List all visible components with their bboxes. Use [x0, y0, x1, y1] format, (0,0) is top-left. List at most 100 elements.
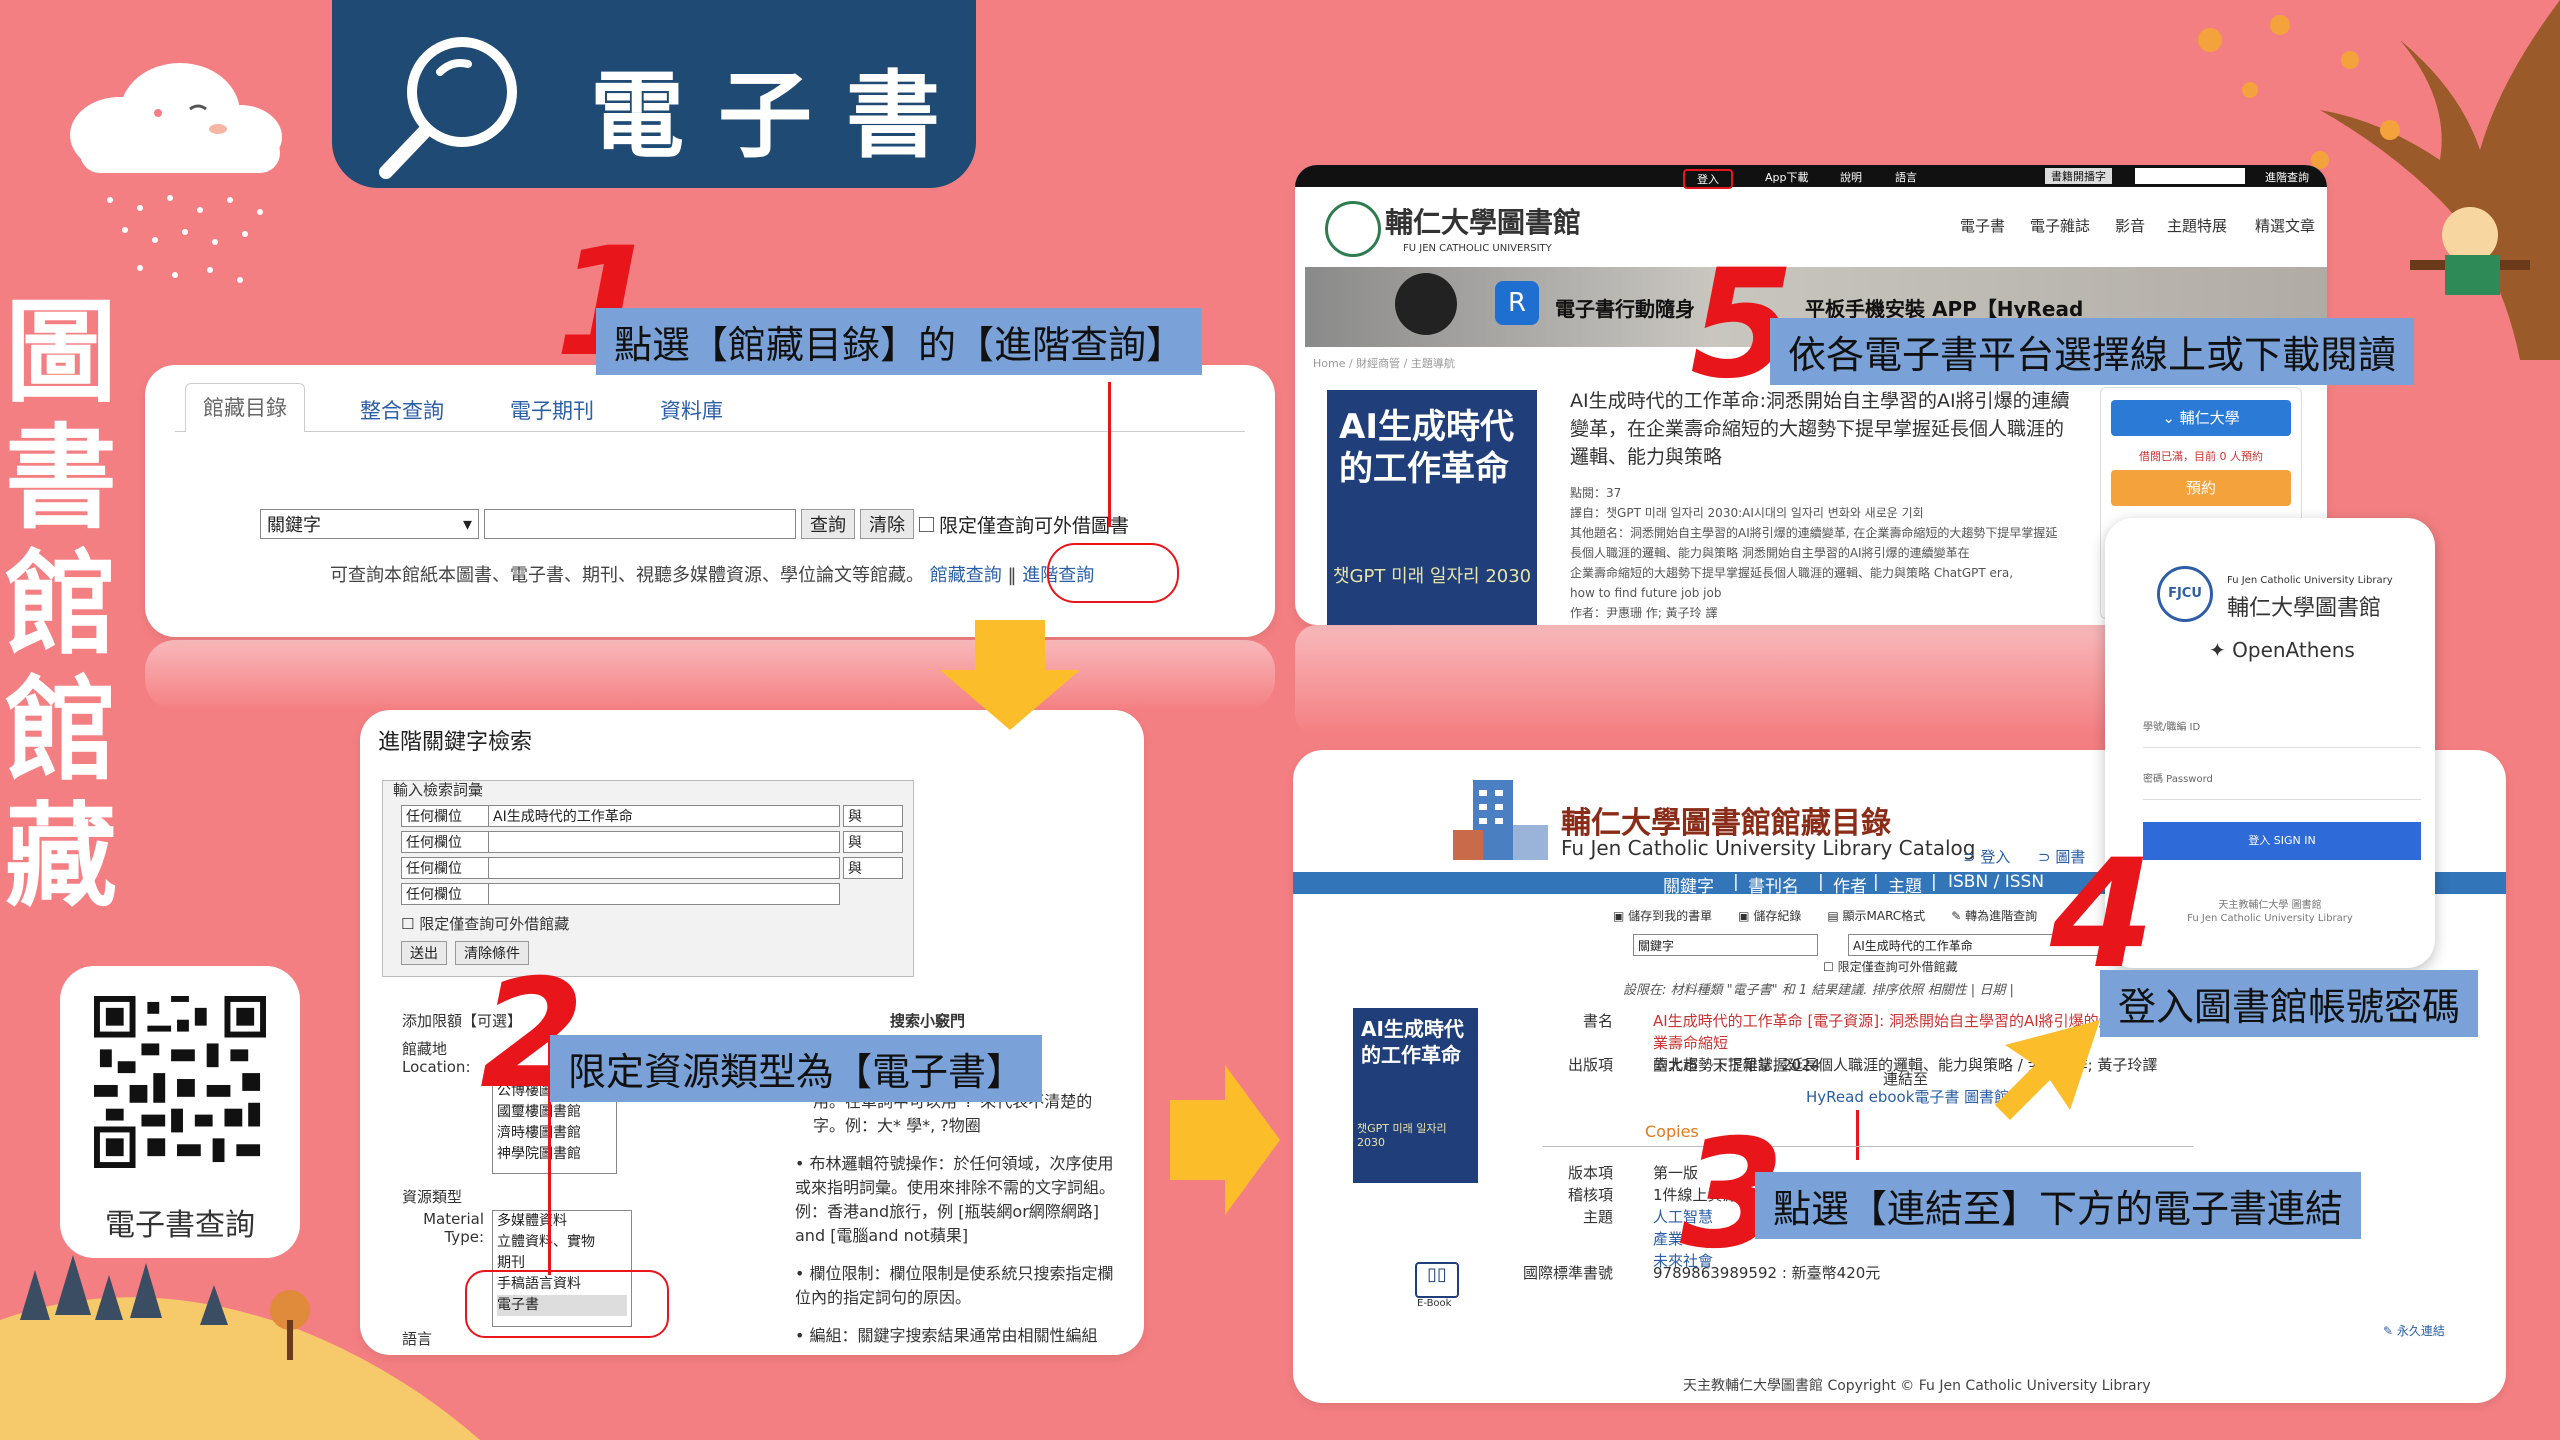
login-panel: FJCU Fu Jen Catholic University Library …	[2105, 518, 2435, 968]
field-select-1[interactable]: 任何欄位	[401, 805, 491, 827]
edition-label: 版本項	[1567, 1164, 1613, 1182]
location-item[interactable]: 濟時樓圖書館	[497, 1123, 612, 1144]
field-select-3[interactable]: 任何欄位	[401, 857, 491, 879]
menu-emagazine[interactable]: 電子雜誌	[2030, 215, 2090, 236]
platform-logo-title: 輔仁大學圖書館	[1385, 206, 1582, 239]
loanable-checkbox[interactable]	[919, 516, 934, 532]
catalog-login-link[interactable]: ⊃ 登入	[1963, 846, 2010, 867]
borrow-status: 借閱已滿，目前 0 人預約	[2139, 450, 2263, 463]
clear-button[interactable]: 清除	[860, 509, 914, 539]
meta-line: 其他題名：洞悉開始自主學習的AI將引爆的連續變革, 在企業壽命縮短的大趨勢下提早…	[1570, 526, 2058, 560]
nav-author[interactable]: 作者	[1833, 872, 1867, 897]
library-select-button[interactable]: ⌄ 輔仁大學	[2111, 400, 2291, 436]
catalog-search-panel: 館藏目錄 整合查詢 電子期刊 資料庫 關鍵字 ▾ 查詢 清除 限定僅查詢可外借圖…	[145, 365, 1275, 637]
nav-sep: |	[1818, 872, 1824, 892]
submit-button[interactable]: 送出	[401, 941, 447, 965]
to-advanced-button[interactable]: ✎ 轉為進階查詢	[1951, 907, 2037, 924]
login-link[interactable]: 登入	[1683, 169, 1733, 189]
location-item[interactable]: 神學院圖書館	[497, 1144, 612, 1165]
query-input-3[interactable]	[488, 857, 840, 879]
platform-topbar: 登入 App下載 說明 語言 書籍開播字 進階查詢	[1295, 165, 2327, 189]
toolbar-label: 轉為進階查詢	[1965, 909, 2038, 923]
magnifier-icon	[379, 37, 517, 179]
nav-title[interactable]: 書刊名	[1748, 872, 1799, 897]
signin-button[interactable]: 登入 SIGN IN	[2143, 822, 2421, 860]
search-field-select[interactable]: 關鍵字 ▾	[260, 509, 479, 539]
tab-integrated[interactable]: 整合查詢	[360, 395, 444, 425]
toolbar-label: 儲存到我的書單	[1628, 909, 1713, 923]
search-input[interactable]	[484, 509, 796, 539]
tip-item: • 布林邏輯符號操作：於任何領域，次序使用或來指明詞彙。使用來排除不需的文字詞組…	[795, 1154, 1116, 1245]
step-text-5: 依各電子書平台選擇線上或下載閱讀	[1770, 318, 2415, 385]
step-text-1: 點選【館藏目錄】的【進階查詢】	[596, 308, 1203, 375]
app-download-link[interactable]: App下載	[1765, 169, 1809, 185]
field-select-2[interactable]: 任何欄位	[401, 831, 491, 853]
menu-ebook[interactable]: 電子書	[1960, 215, 2005, 236]
nav-isbn[interactable]: ISBN / ISSN	[1948, 872, 2044, 892]
pub-value: 臺北市 : 天下雜誌, 2024	[1653, 1056, 1821, 1074]
help-link[interactable]: 說明	[1840, 169, 1862, 185]
arrow-diagonal-icon	[1995, 1020, 2100, 1120]
step-text-3: 點選【連結至】下方的電子書連結	[1755, 1172, 2362, 1239]
show-marc-button[interactable]: ▤ 顯示MARC格式	[1827, 907, 1925, 924]
fieldset-label: 輸入檢索詞彙	[393, 781, 484, 799]
ebook-icon[interactable]: ▯▯	[1415, 1262, 1459, 1298]
book-cover[interactable]: AI生成時代的工作革命 챗GPT 미래 일자리 2030	[1327, 390, 1537, 625]
breadcrumb: Home / 財經商管 / 主題導航	[1313, 357, 1455, 370]
format-label: 稽核項	[1567, 1186, 1613, 1204]
material-item[interactable]: 多媒體資料	[497, 1211, 627, 1232]
platform-search-select[interactable]: 書籍開播字	[2045, 168, 2112, 184]
menu-video[interactable]: 影音	[2115, 215, 2145, 236]
result-summary: 設限在: 材料種類 "電子書" 和 1 結果建議. 排序依照 相關性 | 日期 …	[1623, 983, 2014, 998]
tip-text: 布林邏輯符號操作：於任何領域，次序使用或來指明詞彙。使用來排除不需的文字詞組。例…	[795, 1154, 1116, 1245]
query-input-1[interactable]: AI生成時代的工作革命	[488, 805, 840, 827]
limit-checkbox[interactable]: ☐ 限定僅查詢可外借館藏	[401, 913, 569, 934]
page-title: 電子書	[590, 62, 975, 171]
catalog-footer: 天主教輔仁大學圖書館 Copyright © Fu Jen Catholic U…	[1683, 1378, 2151, 1394]
banner-text: 電子書行動隨身	[1555, 297, 1695, 321]
permalink-label: 永久連結	[2396, 1324, 2445, 1338]
reserve-button[interactable]: 預約	[2111, 470, 2291, 506]
bool-select-2[interactable]: 與	[843, 831, 903, 853]
platform-search-input[interactable]	[2135, 168, 2245, 184]
qr-code-icon[interactable]	[94, 996, 266, 1168]
cloud-decoration	[70, 63, 282, 173]
password-field[interactable]: 密碼 Password	[2143, 770, 2421, 800]
step-text-2: 限定資源類型為【電子書】	[550, 1035, 1043, 1102]
menu-articles[interactable]: 精選文章	[2255, 215, 2315, 236]
record-search-select[interactable]: 關鍵字	[1633, 934, 1818, 956]
tab-catalog[interactable]: 館藏目錄	[185, 383, 305, 432]
university-logo-icon	[1325, 201, 1381, 257]
bool-select-3[interactable]: 與	[843, 857, 903, 879]
search-button[interactable]: 查詢	[801, 509, 855, 539]
record-book-cover[interactable]: AI生成時代的工作革命 챗GPT 미래 일자리 2030	[1353, 1008, 1478, 1183]
tab-ejournal[interactable]: 電子期刊	[510, 395, 594, 425]
query-input-2[interactable]	[488, 831, 840, 853]
permalink[interactable]: ✎ 永久連結	[2383, 1322, 2445, 1339]
menu-topics[interactable]: 主題特展	[2167, 215, 2227, 236]
record-limit-checkbox[interactable]: ☐ 限定僅查詢可外借館藏	[1823, 958, 1958, 975]
loanable-checkbox-label: 限定僅查詢可外借圖書	[939, 514, 1130, 537]
save-record-button[interactable]: ▣ 儲存紀錄	[1738, 907, 1801, 924]
tip-text: 編組：關鍵字搜索結果通常由相關性編組	[809, 1326, 1098, 1345]
language-link[interactable]: 語言	[1895, 169, 1917, 185]
bool-select-1[interactable]: 與	[843, 805, 903, 827]
query-input-4[interactable]	[488, 883, 840, 905]
nav-keyword[interactable]: 關鍵字	[1663, 872, 1714, 897]
id-field[interactable]: 學號/職編 ID	[2143, 718, 2421, 748]
field-select-4[interactable]: 任何欄位	[401, 883, 491, 905]
nav-sep: |	[1931, 872, 1937, 892]
toolbar-label: 儲存紀錄	[1753, 909, 1802, 923]
chevron-down-icon: ▾	[462, 513, 472, 535]
material-label-en: Material Type:	[423, 1210, 484, 1246]
catalog-link[interactable]: 館藏查詢	[930, 565, 1002, 586]
tab-database[interactable]: 資料庫	[660, 395, 723, 425]
nav-subject[interactable]: 主題	[1888, 872, 1922, 897]
arrow-right-icon	[1170, 1065, 1280, 1215]
platform-advanced-link[interactable]: 進階查詢	[2265, 169, 2309, 185]
fjcu-logo-icon: FJCU	[2157, 566, 2213, 622]
save-to-list-button[interactable]: ▣ 儲存到我的書單	[1613, 907, 1712, 924]
material-item[interactable]: 立體資料、實物	[497, 1232, 627, 1253]
hyread-link[interactable]: HyRead ebook電子書 圖書館	[1806, 1086, 2009, 1108]
nav-sep: |	[1733, 872, 1739, 892]
